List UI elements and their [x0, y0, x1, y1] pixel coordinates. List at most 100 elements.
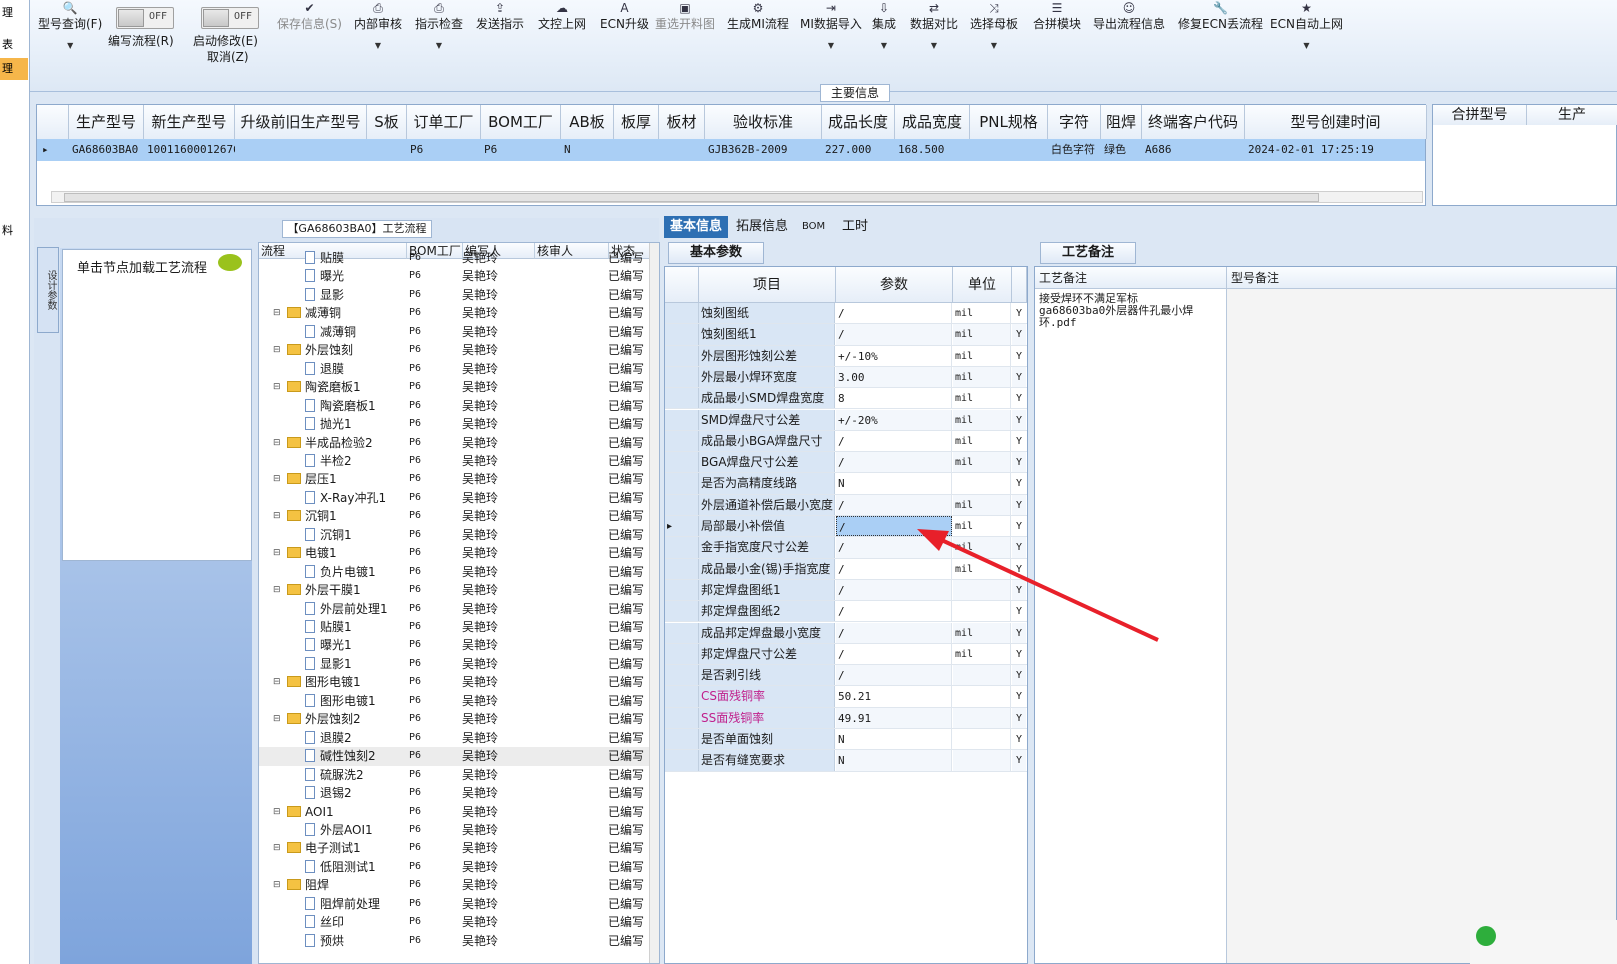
param-value-cell[interactable]: N: [836, 750, 952, 771]
tree-row[interactable]: 外层蚀刻2 ⊟ P6 吴艳玲 已编写: [259, 710, 651, 729]
column-header[interactable]: 生产型号: [69, 105, 144, 139]
tree-node[interactable]: 外层AOI1: [305, 821, 373, 839]
tree-row[interactable]: 阻焊 ⊟ P6 吴艳玲 已编写: [259, 876, 651, 895]
row-header-cell[interactable]: [665, 409, 699, 430]
tree-node[interactable]: 外层蚀刻2: [287, 710, 361, 728]
param-row[interactable]: SS面残铜率 49.91 Y: [665, 707, 1027, 729]
collapse-icon[interactable]: ⊟: [273, 839, 281, 857]
tree-node[interactable]: 图形电镀1: [305, 692, 376, 710]
params-column-header[interactable]: 参数: [836, 267, 953, 303]
grid-cell[interactable]: [614, 139, 659, 161]
tree-node[interactable]: 外层前处理1: [305, 600, 388, 618]
tree-row[interactable]: 预烘 P6 吴艳玲 已编写: [259, 932, 651, 951]
param-value-cell[interactable]: N: [836, 729, 952, 750]
toolbar-button-16[interactable]: ★ ECN自动上网 ▼: [1270, 0, 1343, 54]
row-header-cell[interactable]: [665, 537, 699, 558]
grid-cell[interactable]: P6: [481, 139, 561, 161]
tree-row[interactable]: 电子测试1 ⊟ P6 吴艳玲 已编写: [259, 839, 651, 858]
row-header-cell[interactable]: [665, 345, 699, 366]
tree-node[interactable]: 抛光1: [305, 415, 352, 433]
row-header-cell[interactable]: [665, 324, 699, 345]
param-value-cell[interactable]: 49.91: [836, 707, 952, 728]
param-value-cell[interactable]: /: [836, 494, 952, 515]
toolbar-button-12[interactable]: ⤨ 选择母板 ▼: [970, 0, 1018, 54]
toolbar-button-10[interactable]: ⇩ 集成 ▼: [872, 0, 896, 54]
tree-vertical-scrollbar[interactable]: [649, 243, 659, 963]
tree-node[interactable]: 阻焊: [287, 876, 329, 894]
param-value-cell[interactable]: /: [836, 452, 952, 473]
tree-row[interactable]: 显影 P6 吴艳玲 已编写: [259, 286, 651, 305]
param-row[interactable]: BGA焊盘尺寸公差 / mil Y: [665, 452, 1027, 474]
tree-row[interactable]: 图形电镀1 ⊟ P6 吴艳玲 已编写: [259, 673, 651, 692]
tree-row[interactable]: 半检2 P6 吴艳玲 已编写: [259, 452, 651, 471]
chevron-down-icon[interactable]: ▼: [910, 38, 958, 54]
tree-node[interactable]: 外层蚀刻: [287, 341, 353, 359]
param-row[interactable]: 是否剥引线 / Y: [665, 665, 1027, 687]
row-header-cell[interactable]: [665, 686, 699, 707]
param-row[interactable]: 外层最小焊环宽度 3.00 mil Y: [665, 366, 1027, 389]
toolbar-button-8[interactable]: ⚙ 生成MI流程: [727, 0, 789, 32]
tab-0[interactable]: 基本信息: [664, 216, 729, 238]
tree-node[interactable]: 沉铜1: [287, 507, 337, 525]
tree-node[interactable]: 低阻测试1: [305, 858, 376, 876]
row-header-cell[interactable]: [665, 750, 699, 771]
param-row[interactable]: 成品最小SMD焊盘宽度 8 mil Y: [665, 388, 1027, 410]
row-header-cell[interactable]: [665, 452, 699, 473]
collapse-icon[interactable]: ⊟: [273, 581, 281, 599]
row-header-cell[interactable]: [665, 473, 699, 494]
column-header[interactable]: 型号创建时间: [1245, 105, 1427, 139]
left-strip-item-3[interactable]: 料: [0, 220, 28, 242]
tree-node[interactable]: 丝印: [305, 913, 344, 931]
toolbar-button-3[interactable]: ⎙ 指示检查 ▼: [415, 0, 463, 54]
toolbar-button-2[interactable]: ⎙ 内部审核 ▼: [354, 0, 402, 54]
tree-node[interactable]: 贴膜: [305, 249, 344, 267]
collapse-icon[interactable]: ⊟: [273, 876, 281, 894]
row-header-cell[interactable]: [665, 622, 699, 643]
tree-row[interactable]: 沉铜1 ⊟ P6 吴艳玲 已编写: [259, 507, 651, 526]
tree-row[interactable]: 贴膜1 P6 吴艳玲 已编写: [259, 618, 651, 637]
row-header-cell[interactable]: [665, 643, 699, 665]
chevron-down-icon[interactable]: ▼: [800, 38, 862, 54]
grid-cell[interactable]: [659, 139, 705, 161]
tree-node[interactable]: 显影: [305, 286, 344, 304]
tree-node[interactable]: 碱性蚀刻2: [305, 747, 376, 765]
param-value-cell[interactable]: /: [836, 665, 952, 686]
tree-node[interactable]: X-Ray冲孔1: [305, 489, 386, 507]
column-header[interactable]: AB板: [561, 105, 614, 139]
tree-row[interactable]: 曝光 P6 吴艳玲 已编写: [259, 267, 651, 286]
toggle-knob[interactable]: [118, 9, 144, 27]
tree-node[interactable]: 贴膜1: [305, 618, 352, 636]
tree-row[interactable]: X-Ray冲孔1 P6 吴艳玲 已编写: [259, 489, 651, 508]
tab-3[interactable]: 工时: [836, 216, 874, 238]
row-header-cell[interactable]: [665, 303, 699, 324]
collapse-icon[interactable]: ⊟: [273, 434, 281, 452]
param-value-cell[interactable]: 50.21: [836, 686, 952, 707]
tree-node[interactable]: 曝光1: [305, 636, 352, 654]
toggle-label-0[interactable]: 编写流程(R): [108, 33, 174, 49]
tree-row[interactable]: 负片电镀1 P6 吴艳玲 已编写: [259, 563, 651, 582]
tree-node[interactable]: 陶瓷磨板1: [287, 378, 361, 396]
grid-cell[interactable]: [367, 139, 407, 161]
toggle-switch-1[interactable]: OFF: [201, 7, 259, 29]
column-header[interactable]: 验收标准: [705, 105, 822, 139]
tree-row[interactable]: 阻焊前处理 P6 吴艳玲 已编写: [259, 895, 651, 914]
collapse-icon[interactable]: ⊟: [273, 544, 281, 562]
column-header[interactable]: 新生产型号: [144, 105, 235, 139]
collapse-icon[interactable]: ⊟: [273, 378, 281, 396]
tree-node[interactable]: 退膜2: [305, 729, 352, 747]
tree-row[interactable]: 外层AOI1 P6 吴艳玲 已编写: [259, 821, 651, 840]
toolbar-button-0[interactable]: 🔍 型号查询(F) ▼: [38, 0, 102, 54]
param-row[interactable]: 是否单面蚀刻 N Y: [665, 729, 1027, 751]
chevron-down-icon[interactable]: ▼: [970, 38, 1018, 54]
grid-cell[interactable]: 10011600012676: [144, 139, 235, 161]
grid-cell[interactable]: A686: [1142, 139, 1245, 161]
left-strip-item-1[interactable]: 表: [0, 34, 28, 56]
tree-row[interactable]: AOI1 ⊟ P6 吴艳玲 已编写: [259, 803, 651, 822]
column-header[interactable]: 订单工厂: [407, 105, 481, 139]
tree-row[interactable]: 贴膜 P6 吴艳玲 已编写: [259, 249, 651, 268]
grid-cell[interactable]: 白色字符: [1048, 139, 1101, 161]
horizontal-scrollbar[interactable]: [51, 191, 1423, 203]
tab-2[interactable]: BOM: [796, 216, 831, 238]
tree-node[interactable]: 负片电镀1: [305, 563, 376, 581]
tree-node[interactable]: 电镀1: [287, 544, 337, 562]
